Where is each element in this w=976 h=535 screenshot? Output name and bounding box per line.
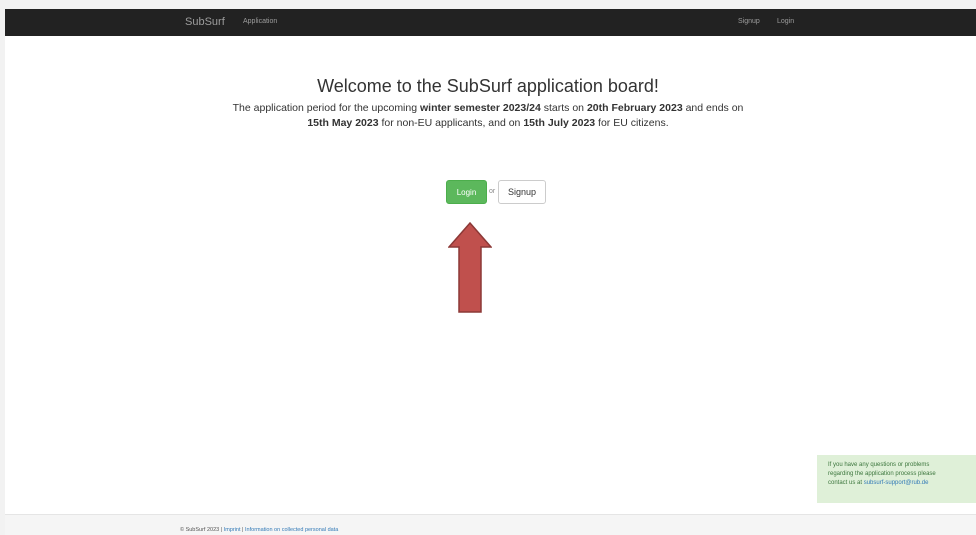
login-button[interactable]: Login bbox=[446, 180, 487, 204]
help-notice: If you have any questions or problems re… bbox=[817, 455, 976, 503]
or-separator: or bbox=[489, 188, 496, 195]
intro-part-5: for EU citizens. bbox=[595, 117, 669, 129]
intro-semester: winter semester 2023/24 bbox=[420, 102, 541, 114]
intro-non-eu-deadline: 15th May 2023 bbox=[307, 117, 379, 129]
intro-text: The application period for the upcoming … bbox=[200, 101, 776, 131]
footer: © SubSurf 2023 | Imprint | Information o… bbox=[5, 514, 976, 535]
top-border-strip bbox=[0, 0, 976, 9]
signup-button[interactable]: Signup bbox=[498, 180, 546, 204]
intro-part-2: starts on bbox=[540, 102, 587, 114]
help-line-2: regarding the application process please bbox=[828, 471, 936, 477]
top-navbar: SubSurf Application Signup Login bbox=[5, 9, 976, 36]
page-title: Welcome to the SubSurf application board… bbox=[317, 76, 659, 96]
nav-application-link[interactable]: Application bbox=[243, 18, 277, 25]
brand-link[interactable]: SubSurf bbox=[185, 16, 225, 28]
footer-text: © SubSurf 2023 | Imprint | Information o… bbox=[180, 527, 338, 533]
help-line-1: If you have any questions or problems bbox=[828, 462, 930, 468]
intro-part-1: The application period for the upcoming bbox=[232, 102, 420, 114]
intro-eu-deadline: 15th July 2023 bbox=[523, 117, 596, 129]
footer-copyright: © SubSurf 2023 | bbox=[180, 527, 224, 533]
help-line-3-prefix: contact us at bbox=[828, 480, 864, 486]
nav-login-link[interactable]: Login bbox=[777, 18, 794, 25]
imprint-link[interactable]: Imprint bbox=[224, 527, 241, 533]
intro-start-date: 20th February 2023 bbox=[586, 102, 683, 114]
help-line-3: contact us at subsurf-support@rub.de bbox=[828, 479, 970, 488]
intro-part-4: for non-EU applicants, and on bbox=[378, 117, 524, 129]
up-arrow-icon bbox=[448, 222, 492, 313]
intro-part-3: and ends on bbox=[682, 102, 744, 114]
privacy-info-link[interactable]: Information on collected personal data bbox=[245, 527, 338, 533]
support-email-link[interactable]: subsurf-support@rub.de bbox=[864, 480, 929, 486]
nav-signup-link[interactable]: Signup bbox=[738, 18, 760, 25]
